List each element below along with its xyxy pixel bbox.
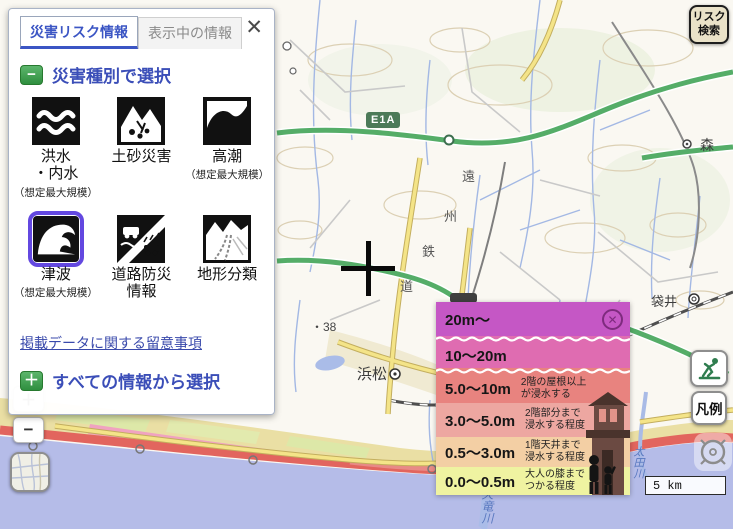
legend-row: 20m～ ✕ [436, 302, 630, 336]
place-label-mori: 森 [700, 135, 714, 155]
section-title-disaster-type: 災害種別で選択 [52, 62, 171, 87]
tab-displayed-info[interactable]: 表示中の情報 [138, 17, 242, 49]
zoom-out-button[interactable]: − [13, 417, 44, 443]
landslide-icon [117, 97, 165, 145]
storm-surge-icon [203, 97, 251, 145]
people-illustration [586, 454, 616, 495]
category-flood[interactable]: 洪水 ・内水 （想定最大規模） [13, 97, 99, 209]
scale-label: 5 km [653, 479, 682, 493]
elevation-point-label: ・38 [311, 318, 336, 335]
map-crosshair [366, 241, 371, 296]
railway-name-char: 州 [444, 206, 457, 225]
evacuation-site-button[interactable] [690, 350, 728, 387]
evacuation-person-icon [695, 355, 723, 383]
legend-close-icon[interactable]: ✕ [602, 309, 623, 330]
expand-button[interactable]: ＋ [20, 371, 43, 391]
expressway-badge: E1A [366, 112, 400, 128]
legend-row: 10～20m [436, 342, 630, 368]
category-road-hazard[interactable]: 道路防災 情報 [99, 215, 185, 327]
legend-toggle-button[interactable]: 凡例 [691, 391, 727, 425]
selected-category-border [28, 211, 84, 267]
category-landform[interactable]: 地形分類 [184, 215, 270, 327]
hazard-map-app: E1A 森 袋井 浜松 ・38 遠 州 鉄 道 太田川 天竜川 災害リスク情報 … [0, 0, 733, 529]
river-label-ota: 太田川 [630, 446, 646, 479]
category-storm-surge[interactable]: 高潮 （想定最大規模） [184, 97, 270, 209]
section-title-all-info: すべての情報から選択 [52, 368, 220, 393]
overview-map-thumbnail [12, 454, 48, 490]
railway-name-char: 道 [400, 276, 413, 295]
collapse-button[interactable]: − [20, 65, 43, 85]
category-grid: 洪水 ・内水 （想定最大規模） 土砂災害 [13, 97, 270, 327]
scale-bar: 5 km [645, 476, 726, 495]
locate-icon[interactable] [694, 433, 732, 471]
category-tsunami[interactable]: 津波 （想定最大規模） [13, 215, 99, 327]
place-label-fukuroi: 袋井 [651, 291, 677, 310]
disaster-info-panel: 災害リスク情報 表示中の情報 ✕ − 災害種別で選択 洪水 ・内水 （想定最大規… [8, 8, 275, 415]
panel-tabs: 災害リスク情報 表示中の情報 ✕ [9, 9, 274, 49]
interchange-marker [445, 136, 454, 145]
data-notes-link[interactable]: 掲載データに関する留意事項 [20, 333, 202, 353]
tsunami-depth-legend: 20m～ ✕ 10～20m 5.0～10m 2階の屋根以上 が浸水する 3.0～… [436, 302, 630, 495]
landform-icon [203, 215, 251, 263]
place-label-hamamatsu: 浜松 [357, 363, 387, 384]
railway-name-char: 遠 [462, 166, 475, 185]
railway-name-char: 鉄 [422, 241, 435, 260]
tab-disaster-risk-info[interactable]: 災害リスク情報 [20, 16, 138, 49]
close-icon[interactable]: ✕ [245, 17, 263, 38]
flood-icon [32, 97, 80, 145]
risk-search-button[interactable]: リスク 検索 [689, 5, 729, 44]
overview-map-button[interactable] [10, 452, 50, 492]
road-hazard-icon [117, 215, 165, 263]
category-landslide[interactable]: 土砂災害 [99, 97, 185, 209]
